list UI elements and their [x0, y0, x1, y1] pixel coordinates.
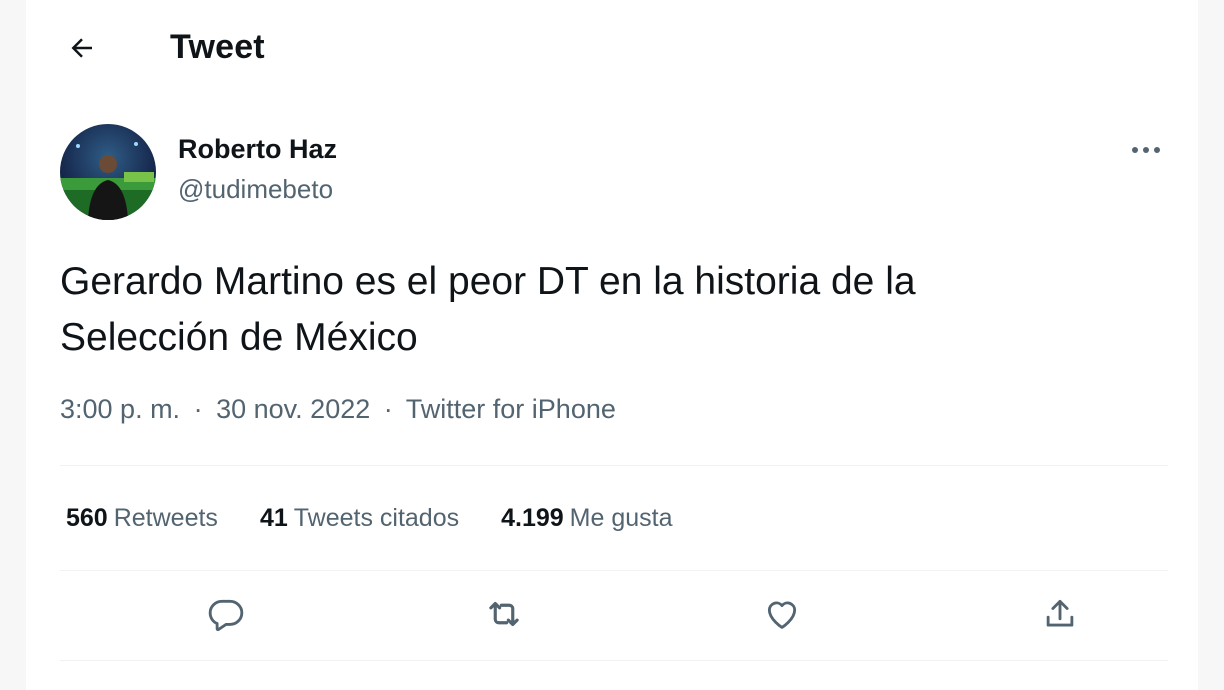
reply-icon [207, 595, 245, 638]
author-name[interactable]: Roberto Haz [178, 134, 337, 165]
tweet-stats: 560 Retweets 41 Tweets citados 4.199 Me … [66, 500, 715, 536]
divider [60, 465, 1168, 466]
page: Tweet Roberto Haz @tudimebeto Gerardo Ma… [0, 0, 1224, 690]
tweet-source[interactable]: Twitter for iPhone [406, 394, 616, 424]
back-button[interactable] [58, 26, 106, 74]
likes-stat[interactable]: 4.199 Me gusta [501, 504, 672, 533]
tweet-text-line: Selección de México [60, 316, 418, 359]
reply-button[interactable] [202, 592, 250, 640]
quotes-count: 41 [259, 503, 288, 532]
likes-count: 4.199 [501, 503, 564, 532]
avatar[interactable] [60, 124, 156, 220]
retweets-label: Retweets [113, 503, 218, 532]
share-icon [1041, 595, 1079, 638]
tweet-meta: 3:00 p. m. · 30 nov. 2022 · Twitter for … [60, 394, 616, 425]
retweet-button[interactable] [480, 592, 528, 640]
tweet-time[interactable]: 3:00 p. m. [60, 394, 180, 424]
tweet-text: Gerardo Martino es el peor DT en la hist… [60, 254, 1140, 366]
likes-label: Me gusta [569, 503, 673, 532]
quotes-stat[interactable]: 41 Tweets citados [260, 504, 459, 533]
retweets-stat[interactable]: 560 Retweets [66, 504, 218, 533]
retweets-count: 560 [66, 503, 108, 532]
tweet-detail-card: Tweet Roberto Haz @tudimebeto Gerardo Ma… [26, 0, 1198, 690]
tweet-actions [60, 586, 1168, 646]
tweet-text-line: Gerardo Martino es el peor DT en la hist… [60, 260, 916, 303]
share-button[interactable] [1036, 592, 1084, 640]
quotes-label: Tweets citados [293, 503, 460, 532]
header: Tweet [26, 0, 1198, 100]
author-handle[interactable]: @tudimebeto [178, 174, 333, 205]
more-options-button[interactable] [1124, 132, 1168, 168]
retweet-icon [483, 593, 525, 640]
page-title: Tweet [170, 28, 265, 66]
meta-separator: · [193, 394, 203, 424]
meta-separator: · [383, 394, 393, 424]
more-horizontal-icon [1131, 141, 1161, 159]
arrow-left-icon [67, 33, 97, 68]
tweet-date[interactable]: 30 nov. 2022 [216, 394, 370, 424]
like-button[interactable] [758, 592, 806, 640]
divider [60, 660, 1168, 661]
divider [60, 570, 1168, 571]
heart-icon [763, 595, 801, 638]
